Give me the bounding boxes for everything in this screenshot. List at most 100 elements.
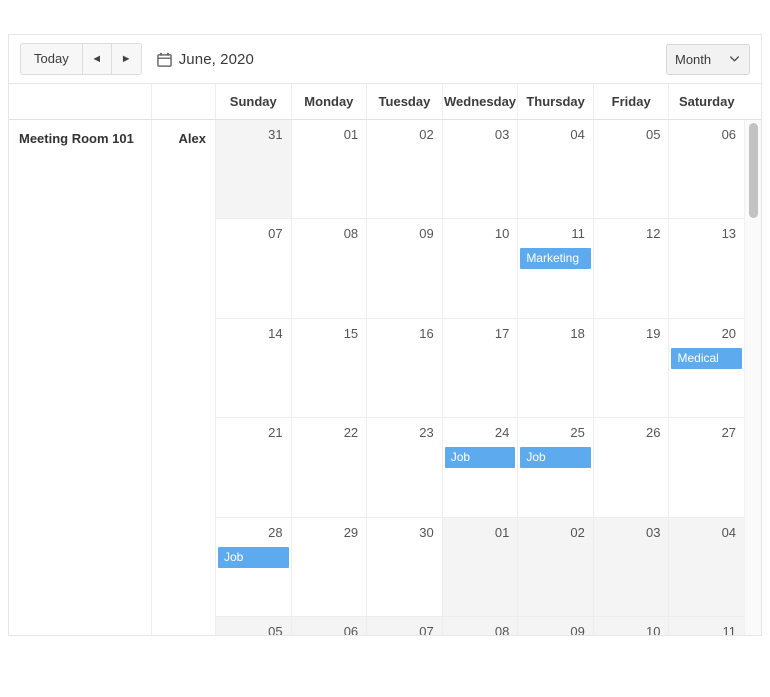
day-number: 01 [343, 127, 359, 142]
day-number: 07 [268, 226, 283, 242]
day-cell[interactable]: 09 [367, 219, 443, 318]
day-cell[interactable]: 08 [291, 219, 368, 318]
day-cell[interactable]: 03 [442, 120, 519, 219]
vertical-scrollbar[interactable] [744, 120, 761, 635]
header-scrollbar-spacer [744, 84, 761, 119]
weekday-header-wednesday: Wednesday [443, 84, 519, 119]
header-corner-resource [9, 84, 152, 119]
weekday-header-sunday: Sunday [216, 84, 292, 119]
day-cell[interactable]: 11 [669, 616, 745, 636]
day-cell[interactable]: 10 [593, 616, 670, 635]
event-chip[interactable]: Medical [671, 347, 743, 369]
weekday-header-tuesday: Tuesday [367, 84, 443, 119]
day-number: 02 [570, 524, 585, 540]
day-cell[interactable]: 04 [669, 517, 745, 616]
day-number: 05 [646, 127, 661, 142]
day-cell[interactable]: 12 [593, 219, 670, 318]
day-cell[interactable]: 22 [291, 418, 368, 517]
week-row: 31 01 02 03 04 05 06 [216, 120, 745, 220]
day-cell[interactable]: 29 [291, 517, 368, 616]
weeks-scroll-viewport[interactable]: 31 01 02 03 04 05 06 07 08 09 10 11 Marketing 12 13 14 1… [216, 120, 761, 636]
day-number: 09 [419, 226, 434, 242]
day-number: 12 [646, 226, 661, 242]
day-number: 21 [268, 425, 283, 441]
day-cell[interactable]: 15 [291, 318, 368, 418]
day-cell[interactable]: 17 [442, 318, 519, 418]
day-cell[interactable]: 23 [367, 418, 443, 517]
grid-body: Meeting Room 101 Alex 31 01 02 03 04 05 06 07 08… [9, 120, 761, 636]
day-number: 29 [343, 524, 359, 540]
view-select[interactable]: Month [666, 44, 750, 75]
next-period-button[interactable]: ► [111, 44, 141, 74]
day-number: 06 [721, 127, 737, 142]
day-number: 10 [494, 226, 510, 242]
event-chip[interactable]: Marketing [520, 248, 591, 270]
day-cell[interactable]: 13 [669, 219, 745, 318]
day-cell[interactable]: 09 [518, 616, 594, 636]
previous-period-button[interactable]: ◄ [82, 44, 112, 74]
vertical-scrollbar-thumb[interactable] [749, 123, 758, 218]
week-row: 05 06 07 08 09 10 11 [216, 616, 745, 636]
day-cell[interactable]: 20 Medical [669, 318, 745, 418]
weekday-header-group: Sunday Monday Tuesday Wednesday Thursday Frid… [216, 84, 744, 119]
day-cell[interactable]: 04 [518, 120, 594, 219]
day-number: 30 [419, 524, 434, 540]
event-chip[interactable]: Job [444, 447, 516, 469]
resource-name-cell: Meeting Room 101 [9, 120, 152, 635]
day-number: 23 [419, 425, 434, 441]
day-cell[interactable]: 08 [442, 616, 519, 635]
day-cell[interactable]: 01 [291, 120, 368, 219]
day-cell[interactable]: 03 [593, 517, 670, 616]
day-number: 11 [571, 226, 585, 242]
day-cell[interactable]: 05 [593, 120, 670, 219]
navigation-button-group: Today ◄ ► [20, 43, 142, 75]
day-cell[interactable]: 27 [669, 418, 745, 517]
day-number: 20 [721, 325, 737, 341]
calendar-icon [156, 52, 172, 67]
day-number: 01 [494, 524, 510, 540]
day-cell[interactable]: 25 Job [518, 418, 594, 517]
day-cell[interactable]: 16 [367, 318, 443, 418]
day-cell[interactable]: 02 [518, 517, 594, 616]
today-button[interactable]: Today [21, 44, 83, 74]
day-cell[interactable]: 28 Job [216, 517, 292, 616]
event-chip[interactable]: Job [520, 447, 591, 469]
day-cell[interactable]: 14 [216, 318, 292, 418]
day-cell[interactable]: 31 [216, 120, 292, 219]
day-cell[interactable]: 05 [216, 616, 292, 636]
day-cell[interactable]: 24 Job [442, 418, 519, 517]
day-number: 03 [494, 127, 510, 142]
day-cell[interactable]: 02 [367, 120, 443, 219]
page-root: Today ◄ ► June, 2020 Month Sunday Monday… [0, 0, 770, 697]
day-number: 26 [646, 425, 661, 441]
day-cell[interactable]: 19 [593, 318, 670, 418]
day-number: 04 [721, 524, 737, 540]
day-cell[interactable]: 06 [669, 120, 745, 219]
day-cell[interactable]: 11 Marketing [518, 219, 594, 318]
day-cell[interactable]: 18 [518, 318, 594, 418]
day-cell[interactable]: 30 [367, 517, 443, 616]
day-number: 05 [268, 623, 283, 636]
day-number: 02 [419, 127, 434, 142]
day-cell[interactable]: 10 [442, 219, 519, 318]
day-number: 15 [343, 325, 359, 341]
scheduler-widget: Today ◄ ► June, 2020 Month Sunday Monday… [8, 34, 762, 636]
grid-header-row: Sunday Monday Tuesday Wednesday Thursday Frid… [9, 84, 761, 120]
day-cell[interactable]: 07 [216, 219, 292, 318]
day-number: 08 [343, 226, 359, 242]
day-cell[interactable]: 07 [367, 616, 443, 635]
day-number: 27 [721, 425, 737, 441]
date-label: June, 2020 [178, 50, 254, 68]
day-number: 28 [268, 524, 283, 540]
day-cell[interactable]: 26 [593, 418, 670, 517]
day-number: 17 [494, 325, 510, 341]
day-number: 25 [570, 425, 585, 441]
day-number: 11 [722, 623, 737, 636]
day-cell[interactable]: 01 [442, 517, 519, 616]
day-number: 09 [570, 623, 585, 636]
day-cell[interactable]: 21 [216, 418, 292, 517]
day-number: 24 [494, 425, 510, 441]
weekday-header-thursday: Thursday [518, 84, 594, 119]
event-chip[interactable]: Job [218, 546, 289, 568]
day-cell[interactable]: 06 [291, 616, 368, 635]
